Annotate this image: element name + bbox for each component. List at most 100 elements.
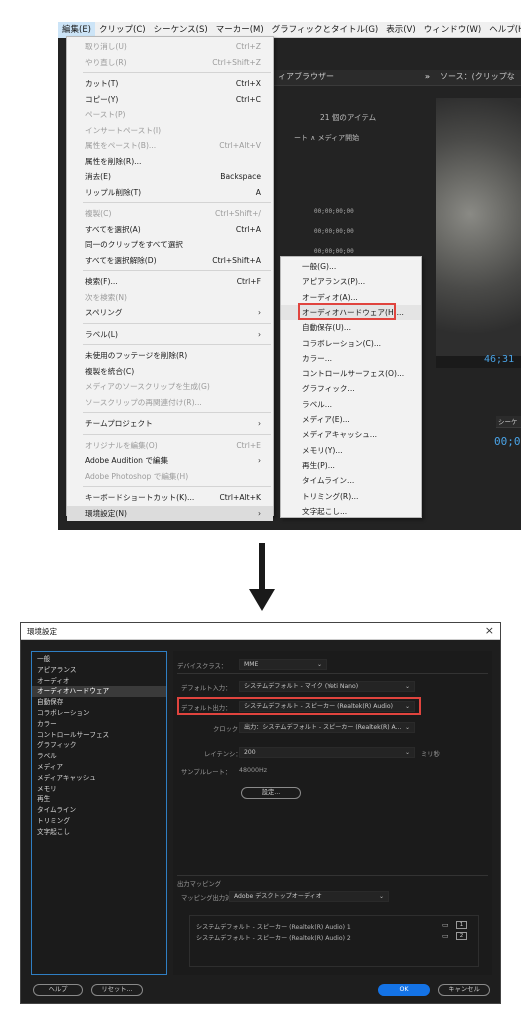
mapping-row-2[interactable]: システムデフォルト - スピーカー (Realtek(R) Audio) 2 bbox=[196, 933, 351, 942]
preferences-menu-item[interactable]: ラベル... bbox=[281, 397, 421, 413]
edit-menu-item[interactable]: 環境設定(N) › bbox=[67, 505, 273, 521]
close-icon[interactable]: × bbox=[485, 624, 494, 637]
preferences-menu-item[interactable]: コントロールサーフェス(O)... bbox=[281, 366, 421, 382]
edit-menu-item[interactable]: チームプロジェクト › bbox=[67, 416, 273, 432]
mapping-target-value: Adobe デスクトップオーディオ bbox=[234, 893, 322, 900]
preferences-menu-item[interactable]: 一般(G)... bbox=[281, 259, 421, 275]
preferences-menu-item[interactable]: コラボレーション(C)... bbox=[281, 336, 421, 352]
preferences-menu-item[interactable]: カラー... bbox=[281, 351, 421, 367]
edit-menu-item[interactable]: 未使用のフッテージを削除(R) bbox=[67, 348, 273, 364]
preferences-menu-item[interactable]: メディア(E)... bbox=[281, 412, 421, 428]
category-item[interactable]: メディア bbox=[32, 762, 166, 773]
category-item[interactable]: 一般 bbox=[32, 654, 166, 665]
channel-1-icon[interactable]: 1 bbox=[456, 921, 467, 929]
media-browser-tab-strip[interactable]: ィアブラウザー » bbox=[274, 70, 436, 86]
media-browser-tab[interactable]: ィアブラウザー bbox=[278, 72, 334, 81]
edit-menu-item: インサートペースト(I) bbox=[67, 123, 273, 139]
edit-menu-item[interactable]: ラベル(L) › bbox=[67, 327, 273, 343]
category-item[interactable]: トリミング bbox=[32, 816, 166, 827]
preferences-menu-item[interactable]: 文字起こし... bbox=[281, 504, 421, 520]
menu-item-label: やり直し(R) bbox=[85, 57, 127, 67]
category-item[interactable]: コラボレーション bbox=[32, 708, 166, 719]
preferences-menu-item[interactable]: グラフィック... bbox=[281, 381, 421, 397]
help-button[interactable]: ヘルプ bbox=[33, 984, 83, 996]
menu-item-label: インサートペースト(I) bbox=[85, 125, 162, 135]
category-item[interactable]: コントロールサーフェス bbox=[32, 730, 166, 741]
edit-menu-item[interactable]: 消去(E) Backspace bbox=[67, 169, 273, 185]
mapping-target-dropdown[interactable]: Adobe デスクトップオーディオ ⌄ bbox=[229, 891, 389, 902]
source-tab[interactable]: ソース：(クリップな bbox=[440, 72, 515, 81]
edit-menu-item[interactable]: スペリング › bbox=[67, 305, 273, 321]
menu-item-shortcut: Backspace bbox=[220, 172, 261, 181]
menu-item-label: 消去(E) bbox=[85, 172, 111, 181]
edit-menu-item[interactable]: 同一のクリップをすべて選択 bbox=[67, 237, 273, 253]
chevron-right-icon: › bbox=[257, 329, 261, 339]
edit-menu-item[interactable]: 検索(F)... Ctrl+F bbox=[67, 274, 273, 290]
chevron-right-icon: › bbox=[257, 456, 261, 465]
category-item[interactable]: メモリ bbox=[32, 784, 166, 795]
category-item[interactable]: オーディオハードウェア bbox=[32, 686, 166, 698]
settings-button[interactable]: 設定... bbox=[241, 787, 301, 799]
menubar-item-5[interactable]: 表示(V) bbox=[382, 22, 419, 38]
category-item[interactable]: ラベル bbox=[32, 751, 166, 762]
chevron-right-icon: › bbox=[257, 308, 261, 317]
sequence-tab[interactable]: シーケ bbox=[498, 418, 518, 426]
clock-dropdown[interactable]: 出力：システムデフォルト - スピーカー (Realtek(R) A... ⌄ bbox=[239, 722, 415, 733]
category-item[interactable]: アピアランス bbox=[32, 665, 166, 676]
category-item[interactable]: グラフィック bbox=[32, 740, 166, 751]
preferences-menu-item[interactable]: メディアキャッシュ... bbox=[281, 427, 421, 443]
chevron-right-icon: › bbox=[257, 419, 261, 428]
menubar-item-4[interactable]: グラフィックとタイトル(G) bbox=[268, 22, 383, 38]
preferences-menu-item[interactable]: アピアランス(P)... bbox=[281, 274, 421, 290]
edit-menu-item[interactable]: 属性を削除(R)... bbox=[67, 154, 273, 170]
menu-item-shortcut: Ctrl+F bbox=[236, 277, 261, 286]
sequence-tab-strip[interactable]: シーケ bbox=[496, 416, 521, 428]
channel-2-icon[interactable]: 2 bbox=[456, 932, 467, 940]
category-item[interactable]: 再生 bbox=[32, 794, 166, 805]
edit-menu-item[interactable]: 複製を統合(C) bbox=[67, 364, 273, 380]
edit-menu-item[interactable]: カット(T) Ctrl+X bbox=[67, 76, 273, 92]
preferences-menu-item[interactable]: トリミング(R)... bbox=[281, 489, 421, 505]
menu-item-label: チームプロジェクト bbox=[85, 419, 153, 428]
mapping-row-1[interactable]: システムデフォルト - スピーカー (Realtek(R) Audio) 1 bbox=[196, 922, 351, 931]
edit-menu-item[interactable]: リップル削除(T) A bbox=[67, 185, 273, 201]
menu-item-label: メディアキャッシュ... bbox=[302, 430, 378, 440]
preferences-menu-item[interactable]: メモリ(Y)... bbox=[281, 443, 421, 459]
preferences-menu-item[interactable]: 自動保存(U)... bbox=[281, 320, 421, 336]
cancel-button[interactable]: キャンセル bbox=[438, 984, 490, 996]
default-input-dropdown[interactable]: システムデフォルト - マイク (Yeti Nano) ⌄ bbox=[239, 681, 415, 692]
source-tab-strip[interactable]: ソース：(クリップな bbox=[436, 70, 521, 86]
edit-menu-item[interactable]: キーボードショートカット(K)... Ctrl+Alt+K bbox=[67, 490, 273, 506]
preferences-menu-item[interactable]: 再生(P)... bbox=[281, 458, 421, 474]
ok-button[interactable]: OK bbox=[378, 984, 430, 996]
media-column-header[interactable]: ート ∧ メディア開始 bbox=[294, 133, 359, 143]
menu-item-label: トリミング(R)... bbox=[302, 491, 359, 501]
menu-item-shortcut: A bbox=[255, 187, 261, 197]
latency-unit: ミリ秒 bbox=[421, 751, 440, 758]
latency-dropdown[interactable]: 200 ⌄ bbox=[239, 747, 415, 758]
mapping-list: システムデフォルト - スピーカー (Realtek(R) Audio) 1 シ… bbox=[189, 915, 479, 967]
device-class-dropdown[interactable]: MME ⌄ bbox=[239, 659, 327, 670]
default-input-label: デフォルト入力： bbox=[181, 685, 232, 692]
menubar-item-6[interactable]: ウィンドウ(W) bbox=[420, 22, 486, 38]
edit-menu-item[interactable]: Adobe Audition で編集 › bbox=[67, 453, 273, 469]
menubar-item-7[interactable]: ヘルプ(H) bbox=[485, 22, 521, 38]
menu-item-label: 次を検索(N) bbox=[85, 292, 127, 302]
menu-item-shortcut: Ctrl+Alt+K bbox=[219, 493, 262, 502]
preferences-menu-item[interactable]: タイムライン... bbox=[281, 473, 421, 489]
menu-separator bbox=[83, 270, 271, 271]
category-item[interactable]: メディアキャッシュ bbox=[32, 773, 166, 784]
reset-button[interactable]: リセット... bbox=[91, 984, 143, 996]
edit-menu-item[interactable]: コピー(Y) Ctrl+C bbox=[67, 92, 273, 108]
category-item[interactable]: 文字起こし bbox=[32, 827, 166, 838]
edit-menu-item[interactable]: すべてを選択解除(D) Ctrl+Shift+A bbox=[67, 253, 273, 269]
edit-menu-item[interactable]: すべてを選択(A) Ctrl+A bbox=[67, 222, 273, 238]
category-item[interactable]: タイムライン bbox=[32, 805, 166, 816]
menu-item-label: すべてを選択(A) bbox=[85, 224, 141, 234]
category-item[interactable]: 自動保存 bbox=[32, 697, 166, 708]
category-item[interactable]: オーディオ bbox=[32, 676, 166, 687]
more-icon[interactable]: » bbox=[425, 70, 430, 84]
category-item[interactable]: カラー bbox=[32, 719, 166, 730]
preferences-submenu: 一般(G)... アピアランス(P)... オーディオ(A)... オーディオハードウ… bbox=[280, 256, 422, 518]
device-class-label: デバイスクラス： bbox=[177, 663, 228, 670]
